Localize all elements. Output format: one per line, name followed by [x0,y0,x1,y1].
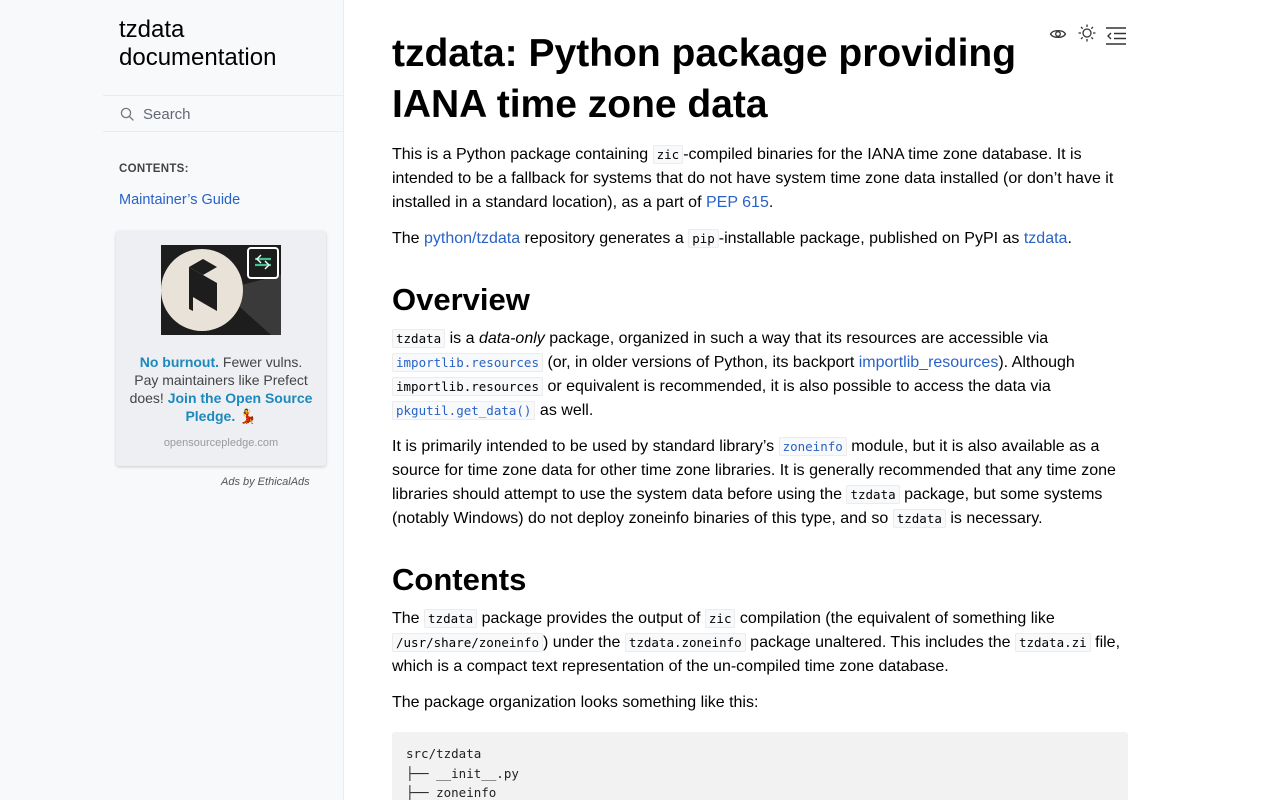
text: repository generates a [520,230,689,247]
toc-toggle-icon[interactable] [1105,26,1127,51]
python-tzdata-link[interactable]: python/tzdata [424,230,520,247]
pkgutil-get-data-link[interactable]: pkgutil.get_data() [392,401,536,420]
ad-emoji: 💃 [239,408,257,424]
pypi-tzdata-link[interactable]: tzdata [1024,230,1068,247]
zoneinfo-link[interactable]: zoneinfo [778,437,847,456]
inline-code: zic [652,145,684,164]
inline-code: tzdata.zoneinfo [624,633,746,652]
text: as well. [535,402,594,419]
text: ). Although [998,354,1075,371]
text: package provides the output of [477,610,705,627]
search-input[interactable] [143,102,333,126]
text: is a [445,330,479,347]
prefect-logo-icon [161,247,281,335]
text: It is primarily intended to be used by s… [392,438,779,455]
importlib-resources-link[interactable]: importlib.resources [392,353,543,372]
text: (or, in older versions of Python, its ba… [543,354,859,371]
section-heading-overview: Overview [392,282,530,317]
inline-code: tzdata [892,509,946,528]
sidebar: tzdata documentation CONTENTS: Maintaine… [0,0,344,800]
text: is necessary. [945,510,1043,527]
inline-code: importlib.resources [392,353,543,372]
toc-item-maintainers-guide[interactable]: Maintainer’s Guide [119,192,240,208]
text: package unaltered. This includes the [745,634,1015,651]
inline-code: importlib.resources [392,377,543,396]
contents-paragraph-1: The tzdata package provides the output o… [392,607,1128,679]
brand-line-2: documentation [119,44,277,71]
brand-title[interactable]: tzdata documentation [119,16,319,72]
page-title: tzdata: Python package providing IANA ti… [392,32,1017,126]
inline-code: tzdata [846,485,900,504]
ads-by-ethicalads[interactable]: Ads by EthicalAds [221,476,310,488]
text: . [768,194,774,211]
inline-code: tzdata.zi [1014,633,1091,652]
inline-code: zic [704,609,736,628]
ad-image[interactable] [161,245,281,335]
theme-toggle-icon[interactable] [1077,23,1097,48]
code-block: src/tzdata ├── __init__.py ├── zoneinfo [392,732,1128,800]
ad-headline: No burnout. [139,354,220,370]
text: or equivalent is recommended, it is also… [543,378,1051,395]
text: package, organized in such a way that it… [544,330,1049,347]
text: compilation (the equivalent of something… [735,610,1055,627]
intro-paragraph-1: This is a Python package containing zic -… [392,143,1128,215]
importlib-resources-backport-link[interactable]: importlib_resources [859,354,999,371]
toc-caption: CONTENTS: [119,163,189,175]
inline-code: tzdata [424,609,478,628]
inline-code: /usr/share/zoneinfo [392,633,543,652]
contents-paragraph-2: The package organization looks something… [392,694,759,711]
text: The [392,610,425,627]
text: The [392,230,425,247]
overview-paragraph-1: tzdata is a data-only package, organized… [392,327,1128,423]
section-heading-contents: Contents [392,562,527,597]
text: . [1067,230,1072,247]
brand-line-1: tzdata [119,16,185,43]
header-actions [1049,23,1129,48]
ad-text[interactable]: No burnout. Fewer vulns. Pay maintainers… [126,353,316,425]
sidebar-search [103,95,344,132]
ad-domain[interactable]: opensourcepledge.com [116,437,326,449]
inline-code: pkgutil.get_data() [392,401,536,420]
overview-paragraph-2: It is primarily intended to be used by s… [392,435,1128,531]
inline-code: tzdata [392,329,446,348]
intro-paragraph-2: The python/tzdata repository generates a… [392,227,1128,251]
ad-card[interactable]: No burnout. Fewer vulns. Pay maintainers… [116,231,326,466]
text: ) under the [543,634,625,651]
text: This is a Python package containing [392,146,653,163]
text: -installable package, published on PyPI … [718,230,1024,247]
pep-615-link[interactable]: PEP 615 [706,194,769,211]
inline-code: pip [688,229,719,248]
emphasis: data-only [478,330,545,347]
search-icon [120,107,134,121]
inline-code: zoneinfo [778,437,847,456]
